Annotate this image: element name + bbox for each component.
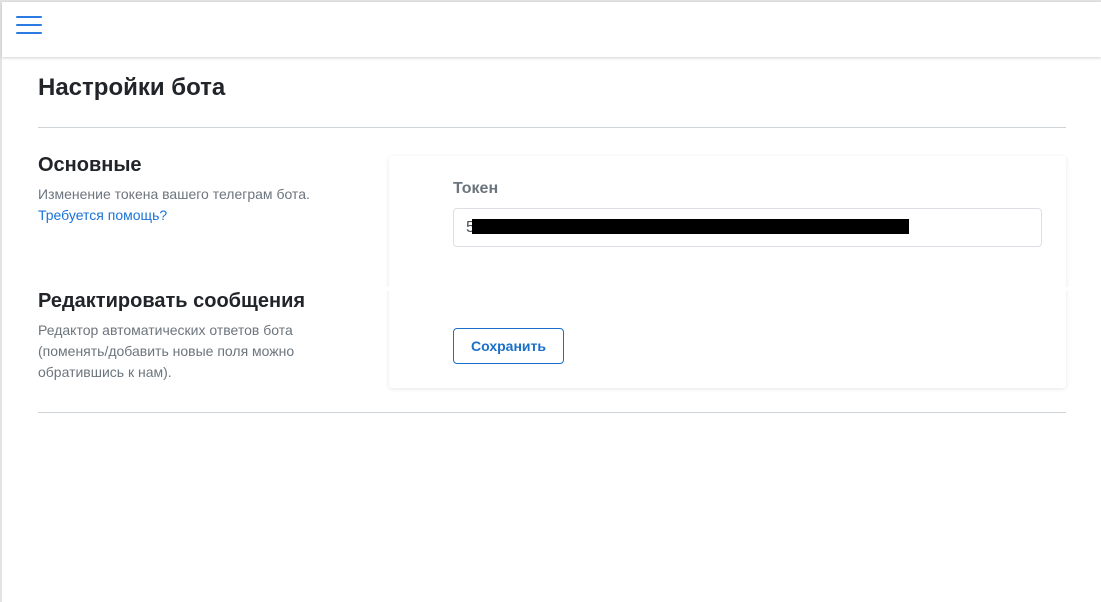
app-window: Настройки бота Основные Изменение токена… [0,0,1101,602]
token-redaction [472,219,909,234]
section-heading-basic: Основные [38,154,142,176]
card-separator [385,287,1070,291]
hamburger-menu-icon[interactable] [16,14,42,36]
section-desc-basic: Изменение токена вашего телеграм бота. Т… [38,184,338,226]
help-link[interactable]: Требуется помощь? [38,207,167,223]
section-desc-basic-text: Изменение токена вашего телеграм бота. [38,186,310,202]
page-title: Настройки бота [38,74,226,101]
bottom-divider [38,412,1066,413]
top-navbar [2,2,1101,57]
section-desc-messages: Редактор автоматических ответов бота (по… [38,322,295,380]
top-divider [38,127,1066,128]
section-heading-messages: Редактировать сообщения [38,290,306,312]
token-label: Токен [453,180,499,197]
save-button[interactable]: Сохранить [453,328,564,364]
